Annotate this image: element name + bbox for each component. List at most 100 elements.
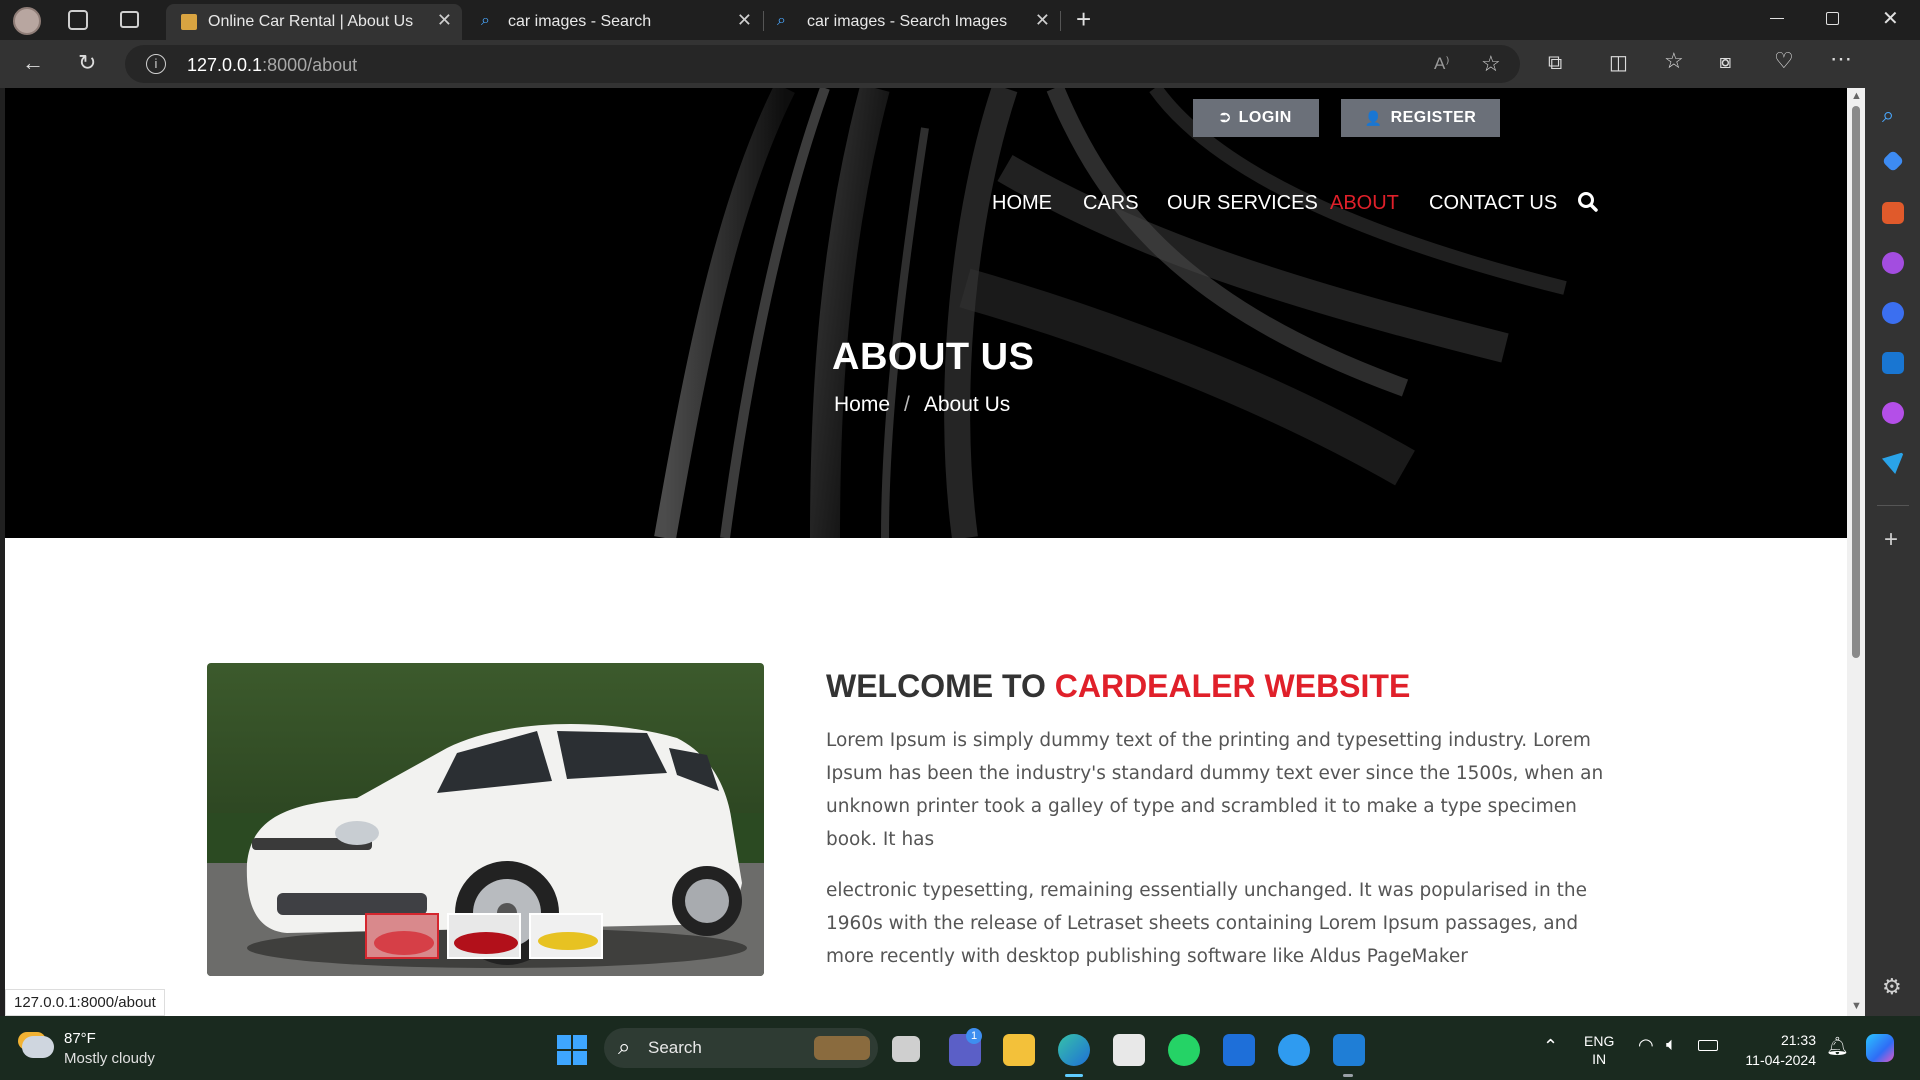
whatsapp-icon[interactable] xyxy=(1168,1034,1200,1066)
tab-about-us[interactable]: Online Car Rental | About Us ✕ xyxy=(166,4,462,40)
taskbar-search-label: Search xyxy=(648,1038,702,1057)
tab-car-images-search[interactable]: ⌕ car images - Search ✕ xyxy=(464,4,762,40)
volume-icon[interactable]: 🔈︎ xyxy=(1666,1034,1677,1055)
search-icon[interactable] xyxy=(1577,190,1599,214)
breadcrumb-home[interactable]: Home xyxy=(834,393,890,416)
clock-date: 11-04-2024 xyxy=(1745,1052,1816,1068)
windows-taskbar: 87°F Mostly cloudy ⌕ Search 1 ⌃ ENG IN ◠ … xyxy=(0,1016,1920,1080)
edge-icon[interactable] xyxy=(1058,1034,1090,1066)
refresh-icon[interactable]: ↻ xyxy=(78,52,96,74)
nav-our-services[interactable]: OUR SERVICES xyxy=(1167,192,1318,215)
page-viewport: ⮊ LOGIN 👤 REGISTER HOME CARS OUR SERVICE… xyxy=(5,88,1847,1016)
new-tab-button[interactable]: + xyxy=(1076,4,1091,35)
tab-car-images-search-images[interactable]: ⌕ car images - Search Images ✕ xyxy=(764,4,1060,40)
login-label: LOGIN xyxy=(1238,109,1292,126)
breadcrumb: Home / About Us xyxy=(834,393,1010,417)
tab-close-icon[interactable]: ✕ xyxy=(737,10,752,31)
scrollbar-thumb[interactable] xyxy=(1852,106,1860,658)
site-favicon xyxy=(181,14,197,30)
teams-notification-badge: 1 xyxy=(966,1028,982,1044)
nav-about[interactable]: ABOUT xyxy=(1330,192,1399,215)
weather-widget[interactable]: 87°F Mostly cloudy xyxy=(20,1028,170,1070)
tools-icon[interactable] xyxy=(1882,202,1904,224)
split-screen-icon[interactable]: ◫ xyxy=(1609,52,1628,74)
read-aloud-icon[interactable]: A⁾ xyxy=(1434,54,1450,74)
clock[interactable]: 21:33 11-04-2024 xyxy=(1736,1030,1816,1070)
browser-tab-strip: Online Car Rental | About Us ✕ ⌕ car ima… xyxy=(0,0,1920,40)
nav-contact-us[interactable]: CONTACT US xyxy=(1429,192,1557,215)
back-icon[interactable]: ← xyxy=(22,52,44,74)
close-window-button[interactable]: ✕ xyxy=(1882,6,1899,31)
user-plus-icon: 👤 xyxy=(1364,109,1383,126)
breadcrumb-current: About Us xyxy=(923,393,1011,416)
microsoft-store-icon[interactable] xyxy=(1113,1034,1145,1066)
browser-toolbar: ← ↻ i 127.0.0.1:8000/about A⁾ ☆ ⧉ ◫ ☆ ⧇ … xyxy=(0,40,1920,88)
outlook-icon[interactable] xyxy=(1882,352,1904,374)
welcome-heading: WELCOME TO CARDEALER WEBSITE xyxy=(826,668,1411,704)
workspaces-icon[interactable] xyxy=(68,10,88,30)
hero-banner: ⮊ LOGIN 👤 REGISTER HOME CARS OUR SERVICE… xyxy=(5,88,1847,538)
url-text: 127.0.0.1:8000/about xyxy=(187,55,358,75)
more-options-icon[interactable]: ⋯ xyxy=(1830,48,1852,70)
start-button[interactable] xyxy=(557,1035,587,1065)
edge-active-indicator xyxy=(1065,1074,1083,1077)
wifi-icon[interactable]: ◠ xyxy=(1638,1035,1654,1056)
myhp-icon[interactable] xyxy=(1223,1034,1255,1066)
file-explorer-icon[interactable] xyxy=(1003,1034,1035,1066)
vscode-icon[interactable] xyxy=(1333,1034,1365,1066)
shopping-tag-icon[interactable] xyxy=(1881,149,1905,173)
restore-button[interactable] xyxy=(1826,12,1839,25)
battery-icon[interactable] xyxy=(1698,1040,1718,1051)
tab-close-icon[interactable]: ✕ xyxy=(437,10,452,31)
hero-background-streaks xyxy=(654,88,1567,538)
favorites-icon[interactable]: ☆ xyxy=(1664,50,1684,72)
copilot-sidebar-icon[interactable] xyxy=(1882,302,1904,324)
scroll-up-arrow[interactable]: ▲ xyxy=(1851,90,1862,102)
thumbnail-red-car[interactable] xyxy=(365,913,439,959)
search-favicon-icon: ⌕ xyxy=(777,12,786,29)
about-paragraph-1: Lorem Ipsum is simply dummy text of the … xyxy=(826,730,1604,850)
nav-home[interactable]: HOME xyxy=(992,192,1052,215)
search-favicon-icon: ⌕ xyxy=(481,12,490,29)
page-scrollbar[interactable]: ▲ ▼ xyxy=(1847,88,1865,1016)
show-hidden-icons-chevron[interactable]: ⌃ xyxy=(1543,1036,1558,1057)
sidebar-settings-icon[interactable]: ⚙ xyxy=(1882,974,1902,1000)
tab-close-icon[interactable]: ✕ xyxy=(1035,10,1050,31)
thumbnail-red-sedan[interactable] xyxy=(447,913,521,959)
games-icon[interactable] xyxy=(1882,252,1904,274)
add-sidebar-app-icon[interactable]: + xyxy=(1884,526,1898,554)
designer-icon[interactable] xyxy=(1882,402,1904,424)
vertical-tabs-icon[interactable] xyxy=(120,11,139,28)
thumbnail-yellow-car[interactable] xyxy=(529,913,603,959)
notification-bell-icon[interactable]: 🔔︎ xyxy=(1826,1036,1849,1057)
minimize-button[interactable] xyxy=(1770,18,1784,19)
status-bar-url: 127.0.0.1:8000/about xyxy=(5,989,165,1016)
tab-divider xyxy=(1060,11,1061,31)
tab-title: car images - Search xyxy=(508,13,652,30)
search-highlight-icon xyxy=(814,1036,870,1060)
get-help-icon[interactable] xyxy=(1278,1034,1310,1066)
language-indicator[interactable]: ENG IN xyxy=(1584,1032,1614,1068)
send-icon[interactable] xyxy=(1882,452,1904,474)
taskbar-search-box[interactable]: ⌕ Search xyxy=(604,1028,878,1068)
weather-description: Mostly cloudy xyxy=(64,1050,155,1067)
page-title: ABOUT US xyxy=(832,336,1035,378)
extensions-icon[interactable]: ⧉ xyxy=(1548,52,1562,74)
tab-title: Online Car Rental | About Us xyxy=(208,13,414,30)
collections-icon[interactable]: ⧇ xyxy=(1719,51,1732,73)
profile-avatar[interactable] xyxy=(13,7,41,35)
nav-cars[interactable]: CARS xyxy=(1083,192,1139,215)
register-button[interactable]: 👤 REGISTER xyxy=(1341,99,1500,137)
cloudy-weather-icon xyxy=(22,1036,54,1058)
scroll-down-arrow[interactable]: ▼ xyxy=(1851,1000,1862,1012)
address-bar[interactable]: i 127.0.0.1:8000/about A⁾ ☆ xyxy=(125,45,1520,83)
clock-time: 21:33 xyxy=(1780,1032,1816,1048)
favorite-star-icon[interactable]: ☆ xyxy=(1481,51,1501,77)
sidebar-search-icon[interactable]: ⌕ xyxy=(1882,102,1904,127)
login-button[interactable]: ⮊ LOGIN xyxy=(1193,99,1319,137)
copilot-taskbar-icon[interactable] xyxy=(1866,1034,1894,1062)
weather-temperature: 87°F xyxy=(64,1030,96,1047)
site-info-icon[interactable]: i xyxy=(146,54,166,74)
task-view-icon[interactable] xyxy=(892,1036,920,1062)
browser-essentials-icon[interactable]: ♡ xyxy=(1774,50,1794,72)
